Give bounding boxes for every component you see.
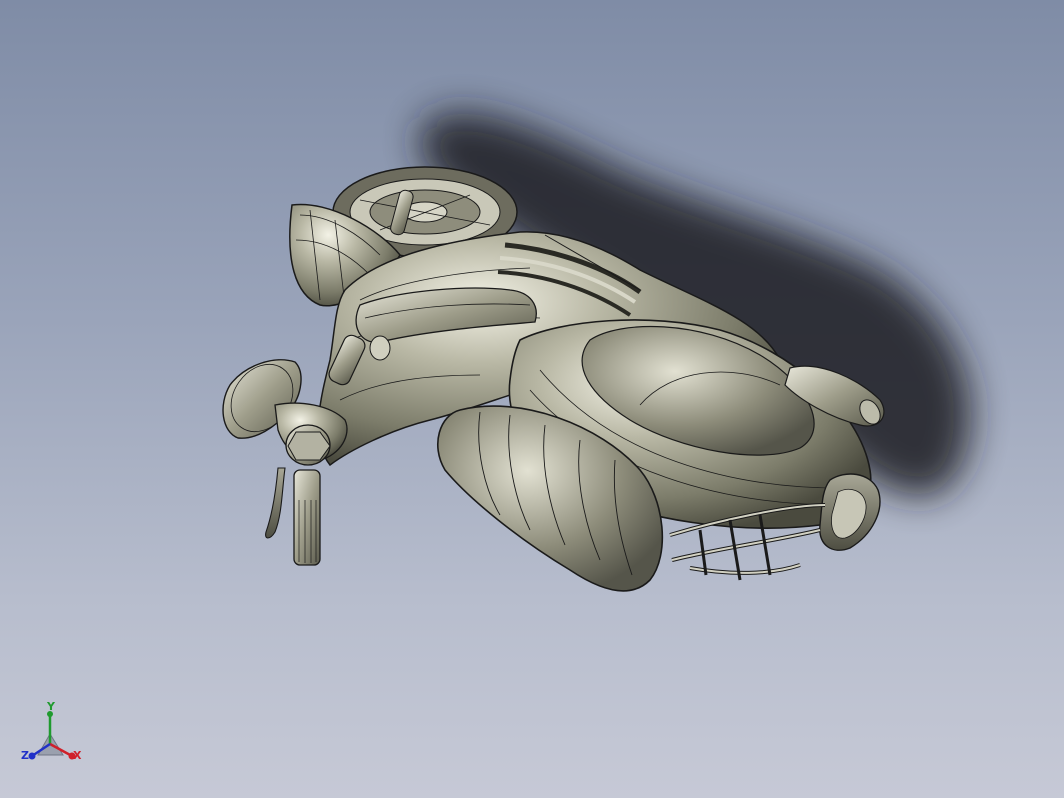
cad-viewport[interactable]: Y X Z (0, 0, 1064, 798)
x-axis-label: X (73, 749, 82, 762)
brake-lever[interactable] (265, 467, 286, 539)
z-axis-label: Z (21, 749, 29, 762)
handlebar-hub[interactable] (285, 424, 331, 466)
handlebar-grip[interactable] (293, 469, 321, 566)
coordinate-triad[interactable]: Y X Z (18, 700, 88, 770)
scooter-3d-model[interactable] (0, 0, 1064, 798)
y-axis-label: Y (47, 700, 55, 713)
tail-light[interactable] (819, 473, 881, 551)
